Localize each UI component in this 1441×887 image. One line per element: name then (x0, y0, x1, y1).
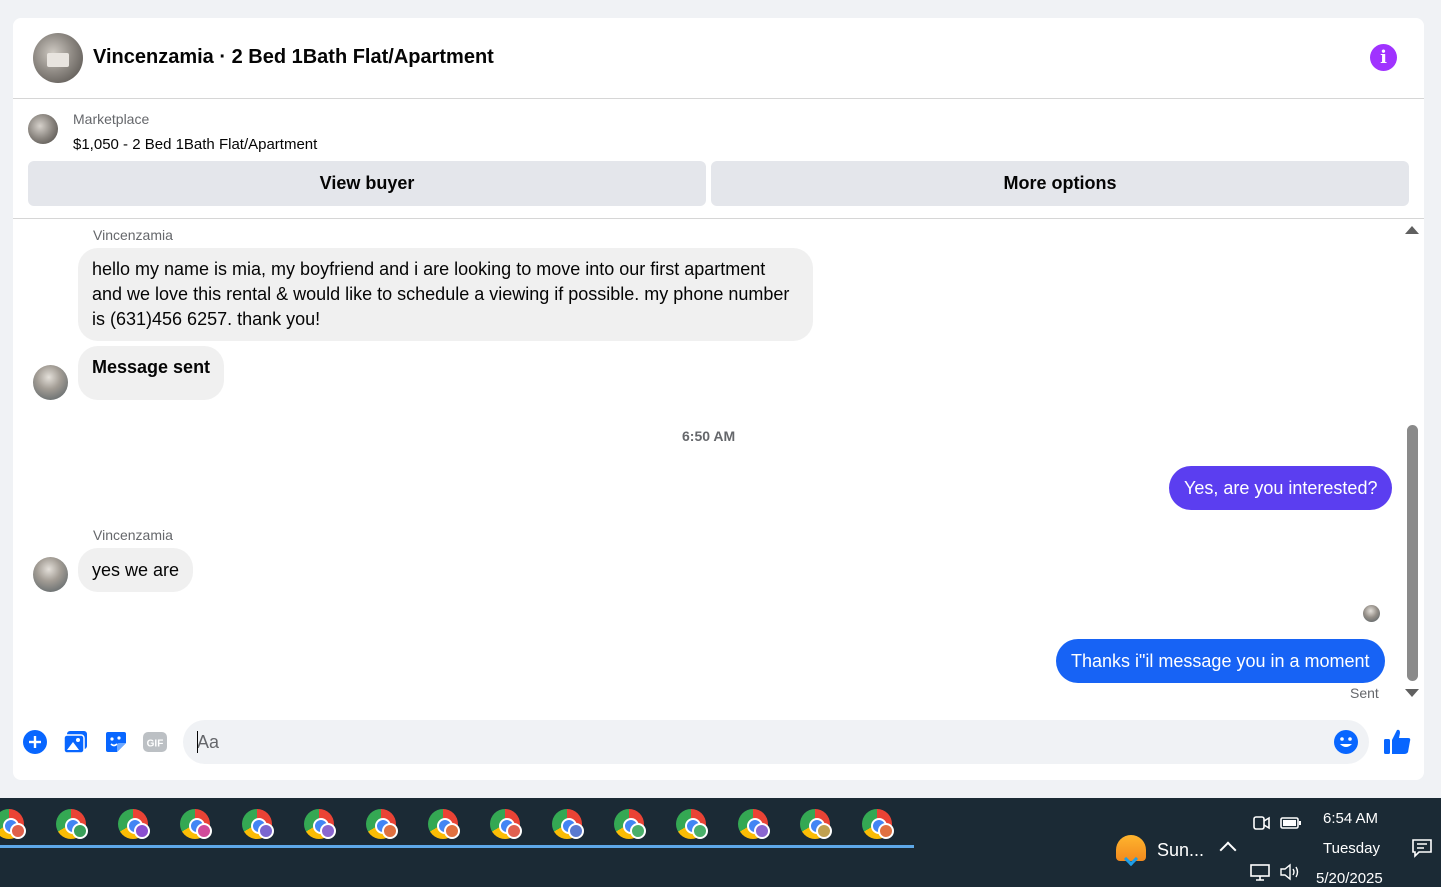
taskbar-chrome-app[interactable] (290, 808, 356, 848)
profile-badge-icon (878, 823, 894, 839)
profile-badge-icon (72, 823, 88, 839)
photo-icon[interactable] (63, 729, 89, 755)
emoji-icon[interactable] (1333, 729, 1359, 755)
taskbar-chrome-app[interactable] (662, 808, 728, 848)
app-running-indicator (724, 845, 790, 848)
taskbar-chrome-app[interactable] (848, 808, 914, 848)
taskbar-chrome-app[interactable] (786, 808, 852, 848)
profile-badge-icon (196, 823, 212, 839)
like-icon[interactable] (1382, 727, 1412, 757)
app-running-indicator (228, 845, 294, 848)
incoming-message-bubble[interactable]: yes we are (78, 548, 194, 592)
app-running-indicator (786, 845, 852, 848)
taskbar-chrome-app[interactable] (476, 808, 542, 848)
conversation-title[interactable]: Vincenzamia · 2 Bed 1Bath Flat/Apartment (93, 46, 494, 69)
gif-label: GIF (147, 739, 164, 750)
profile-badge-icon (568, 823, 584, 839)
taskbar-chrome-app[interactable] (104, 808, 170, 848)
profile-badge-icon (506, 823, 522, 839)
taskbar-chrome-app[interactable] (414, 808, 480, 848)
profile-badge-icon (692, 823, 708, 839)
volume-icon[interactable] (1279, 863, 1303, 886)
gif-icon[interactable]: GIF (142, 729, 168, 755)
scroll-up-arrow-icon[interactable] (1405, 226, 1419, 234)
sticker-icon[interactable] (103, 729, 129, 755)
profile-badge-icon (134, 823, 150, 839)
taskbar-chrome-app[interactable] (538, 808, 604, 848)
app-running-indicator (166, 845, 232, 848)
taskbar-chrome-app[interactable] (166, 808, 232, 848)
weather-label[interactable]: Sun... (1157, 840, 1204, 861)
profile-badge-icon (382, 823, 398, 839)
app-running-indicator (42, 845, 108, 848)
sender-avatar[interactable] (33, 557, 68, 592)
conversation-avatar[interactable] (33, 33, 83, 83)
taskbar-chrome-app[interactable] (228, 808, 294, 848)
clock-day[interactable]: Tuesday (1323, 840, 1380, 857)
scroll-down-arrow-icon[interactable] (1405, 689, 1419, 697)
app-running-indicator (848, 845, 914, 848)
taskbar-chrome-app[interactable] (724, 808, 790, 848)
profile-badge-icon (754, 823, 770, 839)
profile-badge-icon (816, 823, 832, 839)
message-status: Sent (1350, 685, 1379, 701)
taskbar-chrome-app[interactable] (0, 808, 46, 848)
profile-badge-icon (444, 823, 460, 839)
outgoing-message-bubble[interactable]: Thanks i"il message you in a moment (1056, 639, 1385, 683)
listing-price-title[interactable]: $1,050 - 2 Bed 1Bath Flat/Apartment (73, 136, 317, 153)
outgoing-message-bubble[interactable]: Yes, are you interested? (1169, 466, 1393, 510)
seen-indicator-avatar (1363, 605, 1380, 622)
profile-badge-icon (258, 823, 274, 839)
profile-badge-icon (320, 823, 336, 839)
app-running-indicator (662, 845, 728, 848)
clock-time[interactable]: 6:54 AM (1323, 810, 1378, 827)
scrollbar-thumb[interactable] (1407, 425, 1418, 681)
more-options-button[interactable]: More options (711, 161, 1409, 206)
plus-icon[interactable] (22, 729, 48, 755)
app-running-indicator (600, 845, 666, 848)
app-running-indicator (352, 845, 418, 848)
app-running-indicator (476, 845, 542, 848)
app-running-indicator (104, 845, 170, 848)
text-caret (197, 731, 198, 753)
clock-date[interactable]: 5/20/2025 (1316, 870, 1383, 887)
taskbar-chrome-app[interactable] (352, 808, 418, 848)
network-icon[interactable] (1250, 863, 1272, 886)
chat-window: Vincenzamia · 2 Bed 1Bath Flat/Apartment… (13, 18, 1424, 780)
time-divider: 6:50 AM (682, 428, 736, 444)
meet-now-icon[interactable] (1252, 813, 1270, 838)
incoming-message-bubble[interactable]: hello my name is mia, my boyfriend and i… (78, 248, 813, 341)
chat-header: Vincenzamia · 2 Bed 1Bath Flat/Apartment… (13, 18, 1424, 99)
app-running-indicator (290, 845, 356, 848)
header-divider (13, 218, 1424, 219)
app-running-indicator (538, 845, 604, 848)
sender-avatar[interactable] (33, 365, 68, 400)
listing-thumbnail[interactable] (28, 114, 58, 144)
app-running-indicator (0, 845, 46, 848)
taskbar-chrome-app[interactable] (600, 808, 666, 848)
taskbar-chrome-app[interactable] (42, 808, 108, 848)
incoming-message-bubble[interactable]: Message sent (78, 346, 225, 400)
profile-badge-icon (10, 823, 26, 839)
marketplace-label: Marketplace (73, 111, 150, 127)
message-input[interactable] (183, 720, 1369, 764)
battery-icon[interactable] (1280, 815, 1302, 836)
weather-icon[interactable] (1116, 835, 1148, 867)
message-sender-name: Vincenzamia (93, 227, 173, 243)
view-buyer-button[interactable]: View buyer (28, 161, 706, 206)
info-icon[interactable]: i (1370, 44, 1397, 71)
message-sender-name: Vincenzamia (93, 527, 173, 543)
app-running-indicator (414, 845, 480, 848)
profile-badge-icon (630, 823, 646, 839)
notifications-icon[interactable] (1411, 838, 1433, 858)
